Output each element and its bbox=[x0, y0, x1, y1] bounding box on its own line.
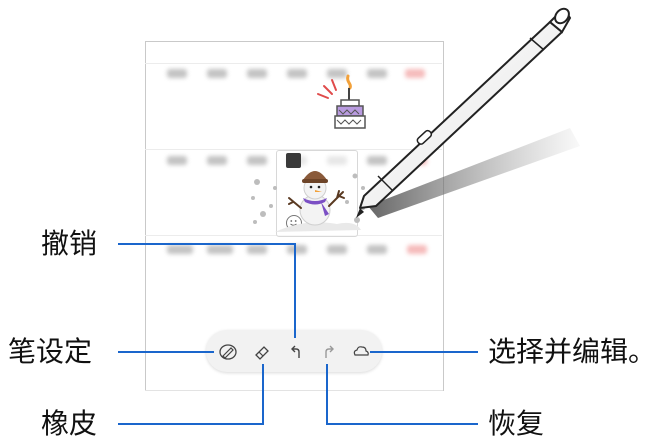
undo-label: 撤销 bbox=[41, 227, 98, 260]
screen-bottom-edge bbox=[145, 390, 443, 391]
pen-settings-button[interactable] bbox=[214, 338, 242, 366]
redo-callout-line-vertical bbox=[326, 364, 328, 425]
redo-button[interactable] bbox=[314, 338, 342, 366]
redo-label: 恢复 bbox=[488, 407, 545, 440]
eraser-icon bbox=[255, 346, 269, 360]
eraser-label: 橡皮 bbox=[41, 407, 98, 440]
pen-settings-label: 笔设定 bbox=[8, 335, 93, 368]
undo-callout-line-vertical bbox=[294, 243, 296, 338]
undo-callout-line bbox=[118, 243, 296, 245]
select-callout-line bbox=[370, 351, 478, 353]
eraser-callout-line bbox=[118, 423, 264, 425]
eraser-callout-line-vertical bbox=[262, 364, 264, 425]
pen-settings-icon bbox=[219, 344, 237, 360]
s-pen-stylus bbox=[356, 7, 580, 218]
redo-callout-line bbox=[326, 423, 478, 425]
lasso-select-icon bbox=[353, 346, 369, 356]
eraser-button[interactable] bbox=[248, 338, 276, 366]
undo-button[interactable] bbox=[283, 338, 311, 366]
pen-settings-callout-line bbox=[118, 351, 214, 353]
undo-icon bbox=[291, 345, 300, 358]
redo-icon bbox=[325, 345, 334, 358]
select-and-edit-label: 选择并编辑。 bbox=[488, 335, 657, 368]
